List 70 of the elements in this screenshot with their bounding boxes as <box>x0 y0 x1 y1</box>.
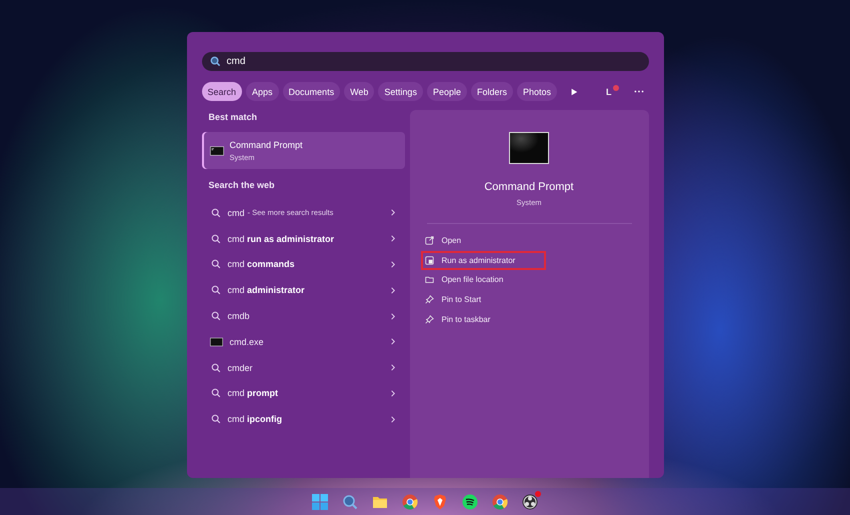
web-result[interactable]: cmder <box>202 354 404 381</box>
result-text: cmd administrator <box>228 285 305 296</box>
app-title: Command Prompt <box>484 181 574 193</box>
search-icon <box>210 414 220 424</box>
pin-icon <box>424 314 434 324</box>
filter-tab[interactable]: Search <box>202 82 242 101</box>
result-text: cmd commands <box>228 259 295 270</box>
account-initial[interactable]: L <box>606 86 612 96</box>
browser-logo-icon[interactable] <box>402 494 418 510</box>
web-result[interactable]: cmd administrator <box>202 277 404 304</box>
filter-tab[interactable]: Folders <box>470 82 513 101</box>
chevron-icon <box>390 209 394 216</box>
pin-icon <box>424 295 434 304</box>
action-item[interactable]: Open <box>420 231 530 251</box>
result-text: cmd ipconfig <box>228 414 282 424</box>
web-result[interactable]: cmd run as administrator <box>202 226 404 252</box>
folder-icon <box>424 275 434 284</box>
search-icon[interactable] <box>342 494 358 510</box>
chevron-icon <box>390 338 394 346</box>
filter-tab[interactable]: Apps <box>246 82 279 101</box>
shield-icon[interactable] <box>432 494 448 510</box>
terminal-icon <box>210 336 222 347</box>
search-icon <box>210 311 220 322</box>
action-item[interactable]: Pin to Start <box>420 290 530 310</box>
result-text: cmdb <box>228 311 250 322</box>
terminal-icon <box>509 132 549 164</box>
chevron-icon <box>390 312 394 320</box>
result-title: Command Prompt <box>230 140 303 150</box>
terminal-icon <box>210 146 224 156</box>
camera-aperture-icon[interactable] <box>522 494 538 510</box>
filter-tab[interactable]: Documents <box>282 82 340 101</box>
result-text: cmder <box>228 362 253 373</box>
filter-tab[interactable]: Photos <box>517 82 558 101</box>
section-heading: Best match <box>208 111 258 124</box>
web-result[interactable]: cmd commands <box>202 252 404 278</box>
search-icon <box>210 362 220 373</box>
windows-logo-icon[interactable] <box>312 494 328 510</box>
search-icon <box>210 234 220 244</box>
search-icon <box>210 208 220 218</box>
result-text: cmd.exe <box>230 336 264 347</box>
chevron-icon <box>390 416 394 423</box>
web-result[interactable]: cmd prompt <box>202 380 404 406</box>
chevron-icon <box>390 235 394 242</box>
web-result[interactable]: cmd ipconfig <box>202 406 404 432</box>
chevron-icon <box>390 260 394 268</box>
action-item[interactable]: Open file location <box>420 270 530 290</box>
result-text: cmd prompt <box>228 388 278 398</box>
result-text: cmd run as administrator <box>228 234 334 244</box>
section-heading: Search the web <box>208 179 276 192</box>
search-icon <box>210 259 220 270</box>
filter-tab[interactable]: People <box>426 82 467 101</box>
open-external-icon <box>424 236 434 246</box>
search-icon <box>210 388 220 398</box>
search-icon <box>210 285 220 296</box>
more-icon[interactable] <box>634 90 644 93</box>
search-field[interactable]: cmd <box>202 52 648 71</box>
chevron-icon <box>390 286 394 294</box>
web-result[interactable]: cmd.exe <box>202 328 404 355</box>
play-icon[interactable] <box>570 88 578 96</box>
result-text: cmd <box>228 208 245 218</box>
action-item[interactable]: Pin to taskbar <box>420 309 530 329</box>
filter-tab[interactable]: Settings <box>378 82 423 101</box>
chevron-icon <box>390 364 394 372</box>
filter-tab[interactable]: Web <box>344 82 374 101</box>
web-result[interactable]: cmdb <box>202 303 404 329</box>
chevron-icon <box>390 390 394 397</box>
action-item[interactable]: Run as administrator <box>420 250 546 270</box>
browser-logo-icon[interactable] <box>492 494 508 510</box>
window-icon <box>424 256 434 265</box>
sound-waves-icon[interactable] <box>462 494 478 510</box>
